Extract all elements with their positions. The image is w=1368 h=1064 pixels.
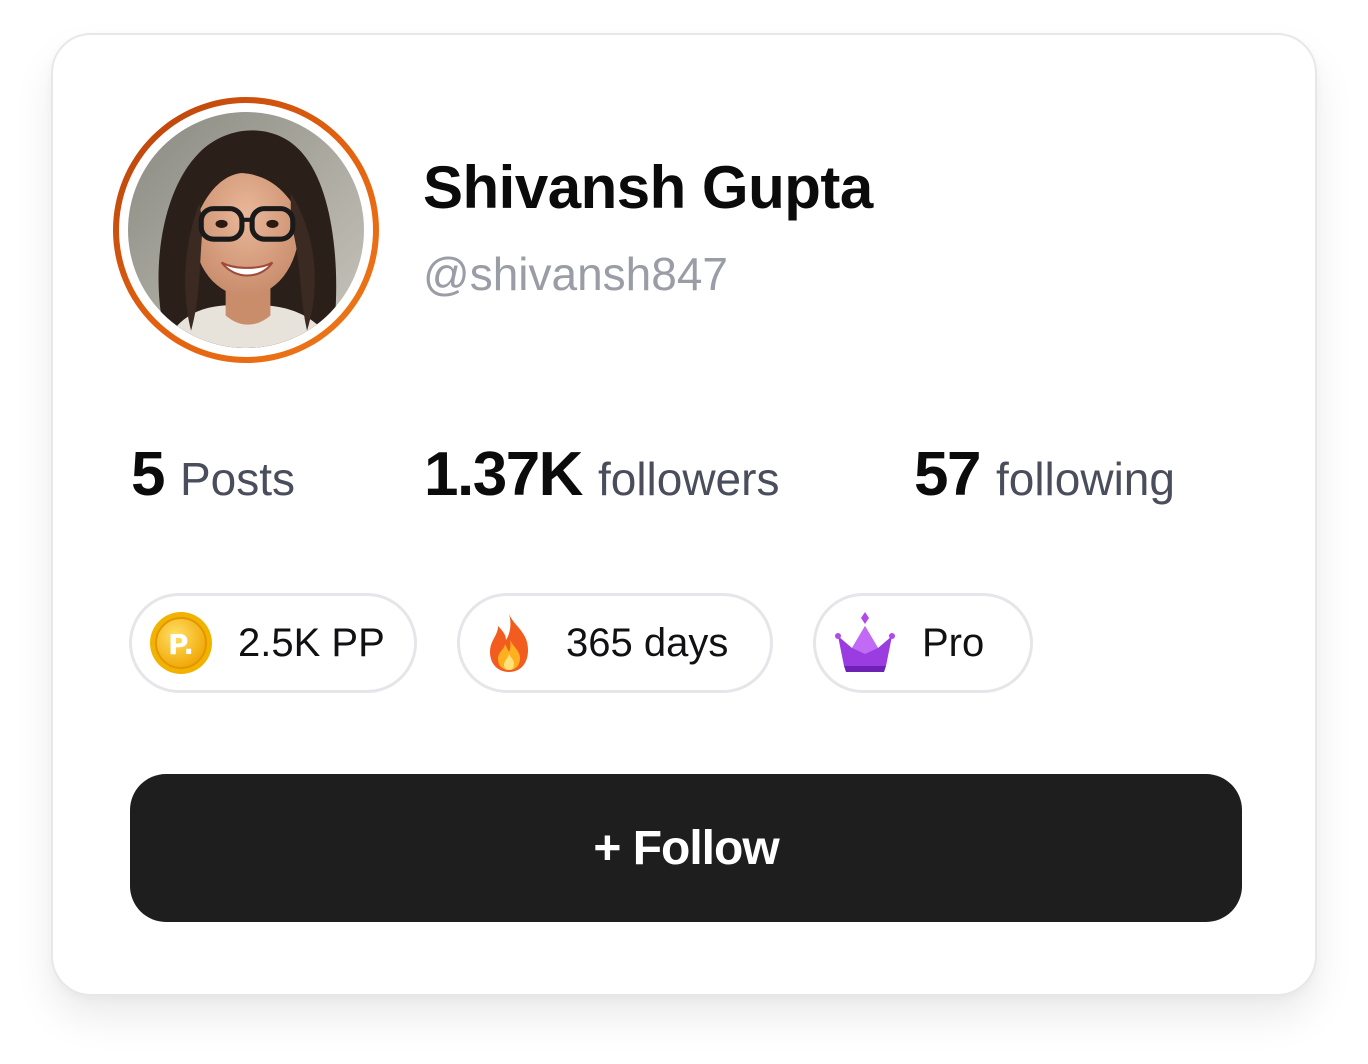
- stat-posts-value: 5: [131, 440, 165, 509]
- badge-pro[interactable]: Pro: [813, 593, 1033, 693]
- badge-streak-label: 365 days: [566, 620, 729, 665]
- stat-following-label: following: [995, 453, 1175, 505]
- stat-followers-label: followers: [597, 453, 780, 505]
- coin-icon: P.: [150, 612, 212, 674]
- stat-posts-label: Posts: [179, 453, 296, 505]
- svg-text:P.: P.: [168, 628, 194, 661]
- stat-followers-value: 1.37K: [424, 440, 583, 509]
- badge-streak[interactable]: 365 days: [457, 593, 773, 693]
- crown-icon: [835, 612, 895, 672]
- follow-button[interactable]: + Follow: [130, 774, 1242, 922]
- stat-posts[interactable]: 5 Posts: [131, 439, 295, 510]
- stat-followers[interactable]: 1.37K followers: [424, 439, 779, 510]
- profile-handle: @shivansh847: [423, 248, 728, 300]
- badge-pro-label: Pro: [922, 620, 985, 665]
- stat-following-value: 57: [914, 440, 981, 509]
- avatar[interactable]: [128, 112, 364, 348]
- profile-name: Shivansh Gupta: [423, 154, 873, 221]
- avatar-ring: [113, 97, 379, 363]
- stat-following[interactable]: 57 following: [914, 439, 1175, 510]
- profile-card: Shivansh Gupta @shivansh847 5 Posts 1.37…: [51, 33, 1317, 996]
- fire-icon: [490, 614, 528, 672]
- badge-points[interactable]: P. 2.5K PP: [129, 593, 417, 693]
- badge-points-label: 2.5K PP: [238, 620, 385, 665]
